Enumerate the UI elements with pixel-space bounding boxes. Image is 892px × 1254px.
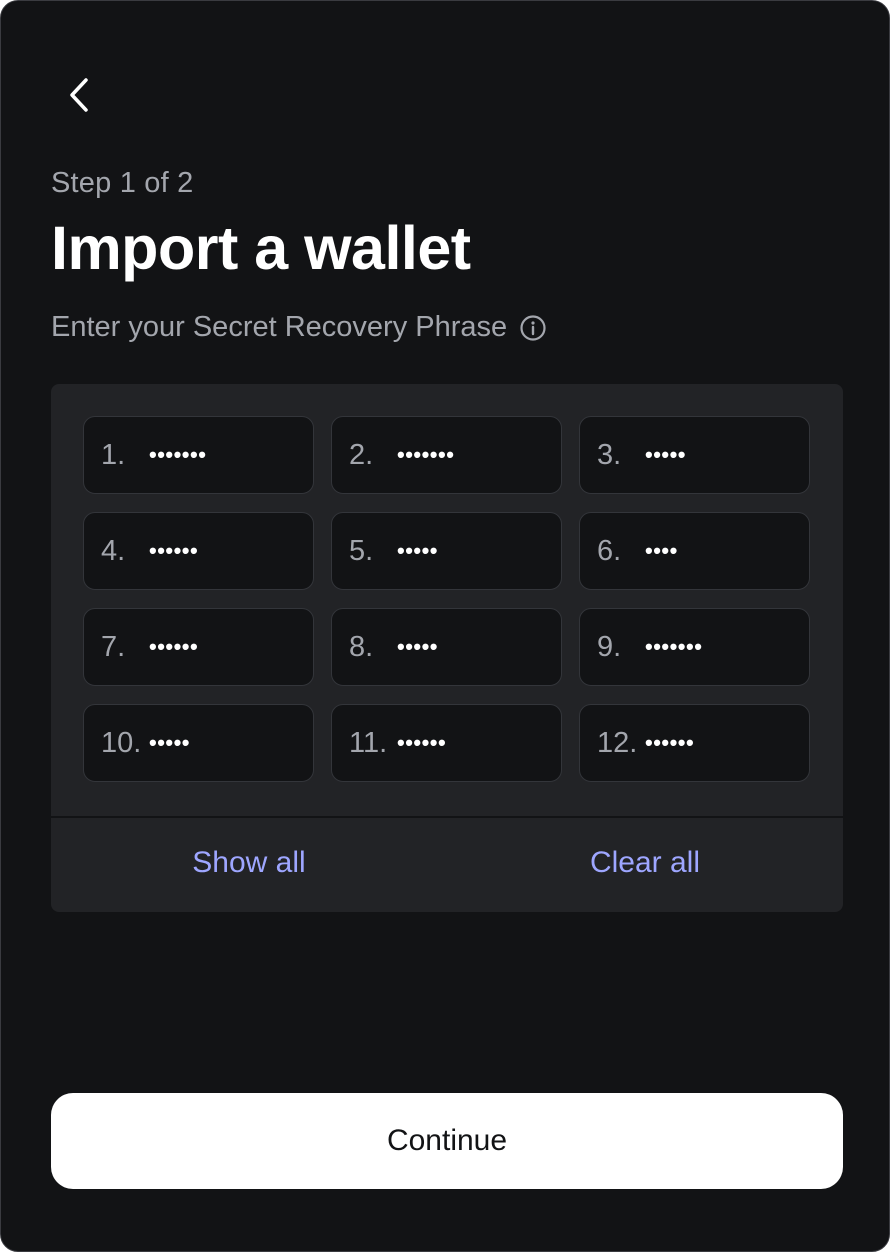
word-number: 7. [101, 630, 126, 663]
masked-word: ••••••• [645, 634, 703, 659]
masked-word: •••••• [397, 730, 447, 755]
word-number: 6. [597, 534, 622, 567]
panel-divider [51, 816, 843, 818]
word-number: 5. [349, 534, 374, 567]
word-number: 10. [101, 726, 142, 759]
word-number: 9. [597, 630, 622, 663]
step-indicator: Step 1 of 2 [51, 167, 194, 199]
continue-button[interactable]: Continue [51, 1093, 843, 1189]
masked-word: •••• [645, 538, 678, 563]
word-number: 8. [349, 630, 374, 663]
masked-word: ••••• [397, 538, 439, 563]
masked-word: ••••• [149, 730, 191, 755]
masked-word: •••••• [645, 730, 695, 755]
phrase-word-field[interactable]: 10. ••••• [83, 704, 314, 782]
chevron-left-icon [70, 78, 88, 112]
phrase-word-field[interactable]: 6. •••• [579, 512, 810, 590]
masked-word: •••••• [149, 634, 199, 659]
instruction-row: Enter your Secret Recovery Phrase [51, 311, 547, 344]
clear-all-button[interactable]: Clear all [590, 846, 700, 880]
word-number: 1. [101, 438, 126, 471]
phrase-word-field[interactable]: 2. ••••••• [331, 416, 562, 494]
phrase-word-field[interactable]: 12. •••••• [579, 704, 810, 782]
info-circle-icon[interactable] [519, 314, 547, 342]
phrase-word-field[interactable]: 4. •••••• [83, 512, 314, 590]
show-all-button[interactable]: Show all [192, 846, 305, 880]
word-number: 11. [349, 726, 388, 759]
phrase-word-field[interactable]: 9. ••••••• [579, 608, 810, 686]
back-button[interactable] [57, 71, 101, 119]
recovery-phrase-grid: 1. ••••••• 2. ••••••• 3. ••••• 4. •••••• 5. •••••… [83, 416, 810, 782]
masked-word: ••••• [397, 634, 439, 659]
page-title: Import a wallet [51, 214, 471, 282]
masked-word: •••••• [149, 538, 199, 563]
phrase-word-field[interactable]: 3. ••••• [579, 416, 810, 494]
phrase-word-field[interactable]: 7. •••••• [83, 608, 314, 686]
phrase-word-field[interactable]: 8. ••••• [331, 608, 562, 686]
word-number: 3. [597, 438, 622, 471]
masked-word: ••••••• [149, 442, 207, 467]
word-number: 2. [349, 438, 374, 471]
phrase-word-field[interactable]: 5. ••••• [331, 512, 562, 590]
phrase-word-field[interactable]: 1. ••••••• [83, 416, 314, 494]
instruction-text: Enter your Secret Recovery Phrase [51, 311, 508, 343]
word-number: 12. [597, 726, 638, 759]
word-number: 4. [101, 534, 126, 567]
recovery-phrase-panel: 1. ••••••• 2. ••••••• 3. ••••• 4. •••••• 5. •••••… [51, 384, 843, 912]
masked-word: ••••• [645, 442, 687, 467]
phrase-word-field[interactable]: 11. •••••• [331, 704, 562, 782]
masked-word: ••••••• [397, 442, 455, 467]
import-wallet-window: Step 1 of 2 Import a wallet Enter your S… [0, 0, 890, 1252]
